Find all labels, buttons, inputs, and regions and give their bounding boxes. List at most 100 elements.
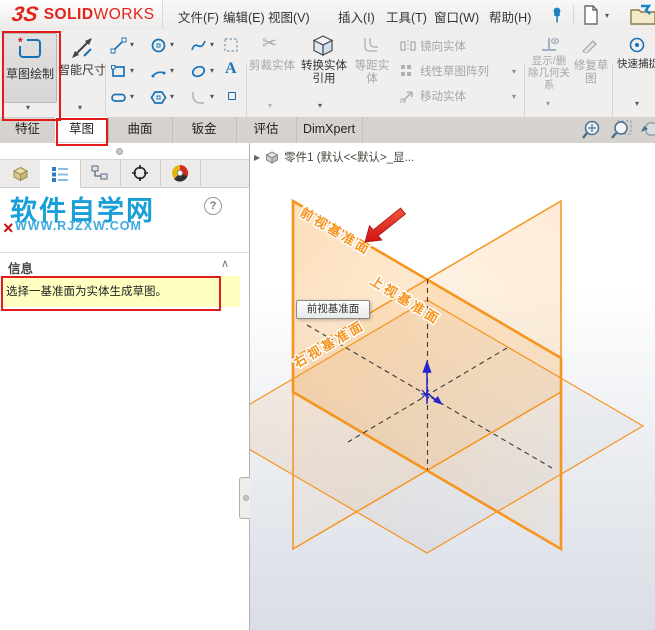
- offset-entities-icon[interactable]: [362, 36, 380, 54]
- linear-pattern-label[interactable]: 线性草图阵列: [420, 66, 510, 79]
- menu-item-view[interactable]: 视图(V): [268, 7, 310, 26]
- tab-evaluate[interactable]: 评估: [236, 117, 297, 142]
- circle-tool-caret[interactable]: ▾: [170, 41, 174, 49]
- annotation-rect-sketch-tab: [56, 118, 108, 146]
- zoom-fit-icon[interactable]: [581, 119, 605, 141]
- display-relations-label[interactable]: 显示/删除几何关系: [527, 55, 571, 91]
- quick-snaps-caret[interactable]: ▾: [635, 100, 639, 108]
- text-tool-icon[interactable]: A: [225, 60, 237, 78]
- polygon-tool-caret[interactable]: ▾: [170, 93, 174, 101]
- zoom-to-area-icon[interactable]: [609, 119, 633, 141]
- spline-tool-caret[interactable]: ▾: [210, 41, 214, 49]
- rectangle-tool-icon[interactable]: [110, 63, 127, 80]
- menu-item-window[interactable]: 窗口(W): [434, 7, 479, 26]
- help-icon[interactable]: ?: [204, 197, 222, 215]
- color-wheel-icon: [172, 164, 189, 182]
- sketch-fillet-icon[interactable]: [190, 89, 207, 106]
- move-entities-icon[interactable]: [400, 89, 416, 103]
- part-icon: [265, 151, 279, 164]
- menu-item-edit[interactable]: 编辑(E): [223, 7, 265, 26]
- spline-tool-icon[interactable]: [190, 37, 207, 54]
- pin-menu-icon[interactable]: [549, 6, 565, 24]
- quick-snaps-label[interactable]: 快速捕捉: [617, 58, 655, 70]
- property-list-icon: [52, 166, 68, 182]
- tree-expand-icon[interactable]: ▶: [254, 153, 260, 162]
- panel-tab-featuremanager[interactable]: [0, 160, 41, 186]
- tab-dimxpert[interactable]: DimXpert: [296, 117, 363, 142]
- mirror-entities-label[interactable]: 镜向实体: [420, 41, 510, 54]
- solidworks-window: 3S SOLIDWORKS 文件(F) 编辑(E) 视图(V) 插入(I) 工具…: [0, 0, 655, 630]
- panel-tab-propertymanager[interactable]: [40, 160, 81, 188]
- splitter-grip-dot: [243, 495, 249, 501]
- open-document-icon[interactable]: [629, 3, 655, 27]
- move-entities-label[interactable]: 移动实体: [420, 91, 510, 104]
- smart-dimension-icon[interactable]: [70, 36, 94, 60]
- panel-tab-displaymanager[interactable]: [160, 160, 201, 186]
- tab-surfaces[interactable]: 曲面: [108, 117, 173, 142]
- target-icon: [132, 165, 148, 181]
- configuration-icon: [91, 165, 108, 180]
- view-settings-icon[interactable]: [638, 119, 655, 141]
- panel-divider: [0, 252, 249, 253]
- menubar-separator: [573, 5, 574, 25]
- slot-tool-caret[interactable]: ▾: [130, 93, 134, 101]
- graphics-viewport[interactable]: ▶ 零件1 (默认<<默认>_显... 前视基准面 上视基准面 右视基准面 前视…: [250, 143, 655, 630]
- ellipse-tool-caret[interactable]: ▾: [210, 67, 214, 75]
- move-entities-caret[interactable]: ▾: [512, 93, 516, 101]
- trim-entities-caret[interactable]: ▾: [268, 102, 272, 110]
- linear-pattern-caret[interactable]: ▾: [512, 68, 516, 76]
- trim-entities-icon[interactable]: ✂: [262, 33, 277, 54]
- mirror-entities-icon[interactable]: [400, 39, 416, 53]
- menu-item-file[interactable]: 文件(F): [178, 7, 219, 26]
- convert-entities-icon[interactable]: [312, 34, 334, 58]
- ellipse-tool-icon[interactable]: [190, 63, 207, 80]
- point-tool-icon[interactable]: [228, 92, 236, 100]
- solidworks-logo: 3S SOLIDWORKS: [0, 0, 163, 29]
- collapse-chevron-icon[interactable]: ∧: [221, 257, 229, 270]
- smart-dimension-label[interactable]: 智能尺寸: [58, 64, 106, 77]
- select-entities-icon[interactable]: [224, 38, 238, 52]
- tab-sheet-metal[interactable]: 钣金: [172, 117, 237, 142]
- feature-tree-root[interactable]: ▶ 零件1 (默认<<默认>_显...: [254, 149, 414, 165]
- quick-snaps-icon[interactable]: [628, 36, 646, 54]
- panel-tab-dimxpertmanager[interactable]: [120, 160, 161, 186]
- line-tool-caret[interactable]: ▾: [130, 41, 134, 49]
- menu-item-tools[interactable]: 工具(T): [386, 7, 427, 26]
- logo-3s-mark: 3S: [10, 2, 40, 26]
- display-relations-caret[interactable]: ▾: [546, 100, 550, 108]
- slot-tool-icon[interactable]: [110, 89, 127, 106]
- menu-item-help[interactable]: 帮助(H): [489, 7, 531, 26]
- plane-tooltip: 前视基准面: [296, 300, 370, 319]
- repair-sketch-label[interactable]: 修复草图: [569, 60, 613, 86]
- convert-entities-label[interactable]: 转换实体引用: [299, 60, 349, 86]
- sketch-fillet-caret[interactable]: ▾: [210, 93, 214, 101]
- display-relations-icon[interactable]: [539, 35, 559, 53]
- close-icon[interactable]: ×: [3, 219, 14, 237]
- annotation-rect-sketch-button: [2, 31, 61, 121]
- repair-sketch-icon[interactable]: [581, 37, 599, 53]
- watermark-url: WWW.RJZXW.COM: [15, 219, 142, 233]
- new-document-caret[interactable]: ▾: [605, 12, 609, 20]
- convert-entities-caret[interactable]: ▾: [318, 102, 322, 110]
- menu-bar: 3S SOLIDWORKS 文件(F) 编辑(E) 视图(V) 插入(I) 工具…: [0, 0, 655, 31]
- annotation-rect-message: [1, 276, 221, 311]
- new-document-icon[interactable]: [581, 4, 601, 26]
- panel-tab-configurationmanager[interactable]: [80, 160, 121, 186]
- offset-entities-label[interactable]: 等距实体: [350, 60, 394, 86]
- circle-tool-icon[interactable]: [150, 37, 167, 54]
- arc-tool-icon[interactable]: [150, 63, 167, 80]
- smart-dimension-caret[interactable]: ▾: [78, 104, 82, 112]
- annotation-arrow: [364, 207, 407, 243]
- menu-item-insert[interactable]: 插入(I): [338, 7, 375, 26]
- panel-grip-dot[interactable]: [116, 148, 123, 155]
- line-tool-icon[interactable]: [110, 37, 127, 54]
- rectangle-tool-caret[interactable]: ▾: [130, 67, 134, 75]
- feature-manager-panel: 软件自学网 WWW.RJZXW.COM ? × 信息 ∧ 选择一基准面为实体生成…: [0, 143, 250, 630]
- trim-entities-label[interactable]: 剪裁实体: [248, 60, 296, 73]
- linear-pattern-icon[interactable]: [400, 64, 416, 78]
- tree-item-part1[interactable]: 零件1 (默认<<默认>_显...: [284, 149, 414, 165]
- ribbon-toolbar: * 草图绘制 ▾ 智能尺寸 ▾ ▾ ▾ ▾ ▾ ▾ ▾ ▾ ▾ ▾ A ✂ 剪裁…: [0, 30, 655, 142]
- info-header: 信息: [8, 262, 34, 276]
- arc-tool-caret[interactable]: ▾: [170, 67, 174, 75]
- polygon-tool-icon[interactable]: [150, 89, 167, 106]
